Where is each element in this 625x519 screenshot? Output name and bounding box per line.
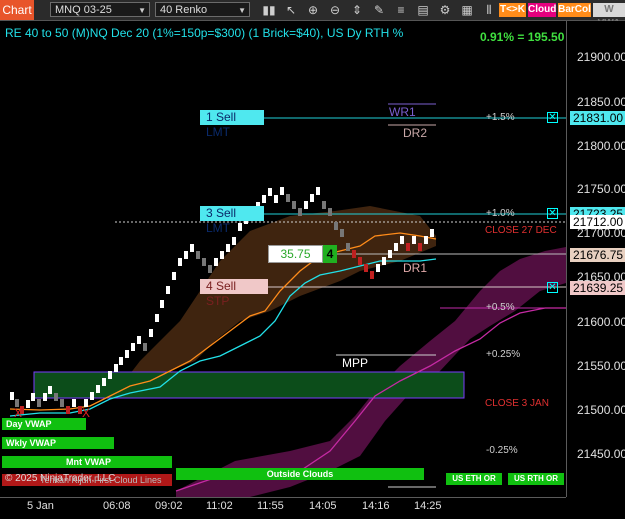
order-3-sell-lmt[interactable]: 3 Sell LMT bbox=[200, 206, 264, 235]
y-tick: 21750.00 bbox=[577, 182, 625, 196]
y-tick: 21900.00 bbox=[577, 50, 625, 64]
dr2-label: DR2 bbox=[403, 126, 428, 140]
wkly-vwap-bar: Wkly VWAP bbox=[2, 437, 114, 449]
pct-minus-0-25-label: -0.25% bbox=[486, 445, 518, 456]
x-tick: 06:08 bbox=[103, 500, 131, 512]
zoom-in-icon[interactable]: ⊕ bbox=[306, 3, 320, 17]
day-vwap-bar: Day VWAP bbox=[2, 418, 86, 430]
tk-toggle-button[interactable]: T<>K bbox=[499, 3, 526, 17]
outside-clouds-bar: Outside Clouds bbox=[176, 468, 424, 480]
x-tick: 11:02 bbox=[206, 500, 233, 512]
chart-info-text: RE 40 to 50 (M)NQ Dec 20 (1%=150p=$300) … bbox=[5, 26, 404, 40]
y-tick: 21600.00 bbox=[577, 315, 625, 329]
split-icon[interactable]: ⫴ bbox=[482, 3, 496, 17]
bar-type-value: 40 Renko bbox=[160, 4, 208, 16]
properties-icon[interactable]: ≡ bbox=[394, 3, 408, 17]
templates-icon[interactable]: ▤ bbox=[416, 3, 430, 17]
close-27-dec-label: CLOSE 27 DEC bbox=[485, 225, 557, 236]
barcol-toggle-button[interactable]: BarCol bbox=[558, 3, 591, 17]
pct-1-5-label: +1.5% bbox=[486, 112, 515, 123]
x-tick: 14:05 bbox=[309, 500, 337, 512]
us-eth-or-bar: US ETH OR bbox=[446, 473, 502, 485]
close-3-jan-label: CLOSE 3 JAN bbox=[485, 398, 549, 409]
vwap-toggle-button[interactable]: W VWA bbox=[593, 3, 625, 29]
bars-style-icon[interactable]: ▮▮ bbox=[262, 3, 276, 17]
us-rth-or-bar: US RTH OR bbox=[508, 473, 564, 485]
pct-0-5-label: +0.5% bbox=[486, 302, 515, 313]
y-tick: 21550.00 bbox=[577, 359, 625, 373]
cancel-order-3-icon[interactable]: ✕ bbox=[547, 208, 558, 219]
x-tick: 5 Jan bbox=[27, 500, 54, 512]
y-tick: 21850.00 bbox=[577, 95, 625, 109]
price-axis[interactable]: 21900.00 21850.00 21800.00 21750.00 2170… bbox=[566, 21, 625, 497]
y-tick: 21450.00 bbox=[577, 447, 625, 461]
x-tick: 14:16 bbox=[362, 500, 390, 512]
strategy-icon[interactable]: ⚙ bbox=[438, 3, 452, 17]
order-1-price-label: 21831.00 bbox=[570, 111, 625, 125]
instrument-value: MNQ 03-25 bbox=[55, 4, 112, 16]
position-qty[interactable]: 4 bbox=[323, 245, 337, 263]
cancel-order-4-icon[interactable]: ✕ bbox=[547, 282, 558, 293]
dr1-label: DR1 bbox=[403, 261, 428, 275]
x-tick: 14:25 bbox=[414, 500, 442, 512]
bar-type-selector[interactable]: 40 Renko ▼ bbox=[155, 2, 250, 17]
indicator-legend: Tenkan Kijun First Cloud Lines bbox=[40, 475, 162, 485]
current-price-label: 21712.00 bbox=[570, 215, 625, 229]
y-tick: 21500.00 bbox=[577, 403, 625, 417]
chart-toolbar: Chart MNQ 03-25 ▼ 40 Renko ▼ ▮▮ ↖ ⊕ ⊖ ⇕ … bbox=[0, 0, 625, 29]
cancel-order-1-icon[interactable]: ✕ bbox=[547, 112, 558, 123]
pct-1-0-label: +1.0% bbox=[486, 208, 515, 219]
order-4-sell-stp[interactable]: 4 Sell STP bbox=[200, 279, 268, 308]
order-1-sell-lmt[interactable]: 1 Sell LMT bbox=[200, 110, 264, 139]
chart-plot-area[interactable]: X X RE 40 to 50 (M)NQ Dec 20 (1%=150p=$3… bbox=[0, 21, 566, 497]
chevron-down-icon: ▼ bbox=[138, 6, 146, 15]
mpp-label: MPP bbox=[342, 356, 369, 370]
chart-tab[interactable]: Chart bbox=[0, 0, 34, 20]
pointer-icon[interactable]: ↖ bbox=[284, 3, 298, 17]
wr1-label: WR1 bbox=[389, 105, 416, 119]
zoom-out-icon[interactable]: ⊖ bbox=[328, 3, 342, 17]
y-tick: 21800.00 bbox=[577, 139, 625, 153]
x-tick: 11:55 bbox=[257, 500, 284, 512]
x-tick: 09:02 bbox=[155, 500, 183, 512]
drawing-tool-icon[interactable]: ✎ bbox=[372, 3, 386, 17]
time-axis[interactable]: 5 Jan 06:08 09:02 11:02 11:55 14:05 14:1… bbox=[0, 497, 566, 519]
order-4-price-label: 21639.25 bbox=[570, 281, 625, 295]
instrument-selector[interactable]: MNQ 03-25 ▼ bbox=[50, 2, 150, 17]
pct-0-25-label: +0.25% bbox=[486, 349, 521, 360]
mnt-vwap-bar: Mnt VWAP bbox=[2, 456, 172, 468]
position-price-label: 21676.75 bbox=[570, 248, 625, 262]
cloud-toggle-button[interactable]: Cloud bbox=[528, 3, 556, 17]
scale-icon[interactable]: ⇕ bbox=[350, 3, 364, 17]
position-pnl[interactable]: 35.75 bbox=[268, 245, 323, 263]
chevron-down-icon: ▼ bbox=[238, 6, 246, 15]
data-box-icon[interactable]: ▦ bbox=[460, 3, 474, 17]
percent-readout: 0.91% = 195.50 bbox=[480, 30, 565, 44]
